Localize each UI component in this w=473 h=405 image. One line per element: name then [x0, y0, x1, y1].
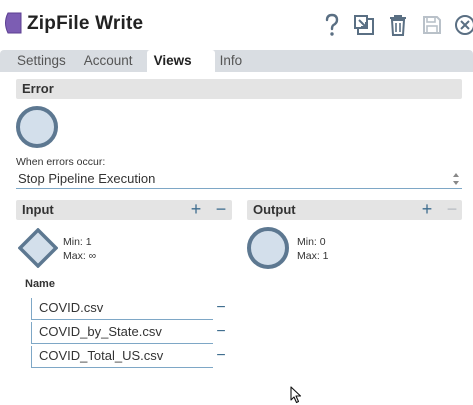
- input-name-row[interactable]: COVID_Total_US.csv: [31, 346, 213, 368]
- export-button[interactable]: [352, 11, 376, 39]
- save-button[interactable]: [421, 11, 443, 39]
- add-output-button[interactable]: +: [418, 200, 436, 220]
- export-icon: [354, 15, 374, 35]
- close-icon: [455, 15, 473, 35]
- close-button[interactable]: [454, 11, 473, 39]
- name-column-header: Name: [25, 278, 55, 290]
- error-section-title: Error: [22, 81, 54, 96]
- output-max: Max: 1: [297, 250, 329, 262]
- output-section-header: Output + −: [247, 200, 462, 220]
- input-min: Min: 1: [63, 236, 92, 248]
- tab-account[interactable]: Account: [76, 50, 143, 72]
- snap-type-icon: [5, 12, 22, 34]
- input-name-value: COVID_by_State.csv: [39, 324, 162, 339]
- output-view-node[interactable]: [247, 227, 289, 269]
- error-behavior-select[interactable]: Stop Pipeline Execution: [16, 169, 462, 189]
- input-name-row[interactable]: COVID_by_State.csv: [31, 322, 213, 344]
- mouse-pointer-icon: [290, 386, 302, 404]
- question-mark-icon: [325, 13, 339, 36]
- input-max: Max: ∞: [63, 250, 97, 262]
- input-name-value: COVID_Total_US.csv: [39, 348, 164, 363]
- save-icon: [423, 16, 441, 34]
- input-section-title: Input: [22, 202, 54, 217]
- remove-row-button[interactable]: −: [214, 348, 228, 364]
- when-errors-label: When errors occur:: [16, 156, 106, 168]
- select-arrows-icon: [453, 173, 459, 185]
- input-section-header: Input + −: [16, 200, 232, 220]
- output-section-title: Output: [253, 202, 296, 217]
- error-section-header: Error: [16, 79, 462, 99]
- window-title: ZipFile Write: [27, 13, 144, 34]
- output-min: Min: 0: [297, 236, 326, 248]
- error-behavior-value: Stop Pipeline Execution: [18, 171, 156, 186]
- input-view-node[interactable]: [18, 228, 58, 268]
- tab-info[interactable]: Info: [215, 50, 253, 72]
- remove-output-button[interactable]: −: [443, 200, 461, 220]
- remove-input-button[interactable]: −: [212, 200, 230, 220]
- add-input-button[interactable]: +: [187, 200, 205, 220]
- remove-row-button[interactable]: −: [214, 324, 228, 340]
- error-view-node[interactable]: [16, 106, 58, 148]
- remove-row-button[interactable]: −: [214, 300, 228, 316]
- title-bar: ZipFile Write: [0, 0, 473, 50]
- tab-settings[interactable]: Settings: [0, 50, 76, 72]
- delete-button[interactable]: [387, 11, 409, 39]
- tab-bar: Settings Account Views Info: [0, 50, 473, 72]
- input-name-value: COVID.csv: [39, 300, 104, 315]
- help-button[interactable]: [322, 11, 342, 39]
- trash-icon: [390, 15, 406, 36]
- input-name-row[interactable]: COVID.csv: [31, 298, 213, 320]
- tab-views[interactable]: Views: [146, 50, 215, 72]
